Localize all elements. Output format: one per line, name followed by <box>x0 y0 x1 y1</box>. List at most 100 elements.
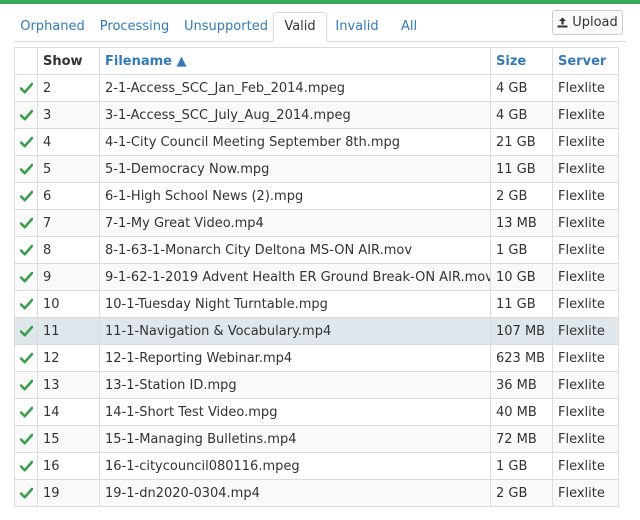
check-icon <box>19 244 34 256</box>
table-header-row: Show Filename ▲ Size Server <box>14 47 619 75</box>
filename-cell: 2-1-Access_SCC_Jan_Feb_2014.mpeg <box>99 74 491 102</box>
size-cell: 2 GB <box>490 182 553 210</box>
show-cell: 6 <box>37 182 100 210</box>
size-cell: 11 GB <box>490 155 553 183</box>
server-cell: Flexlite <box>552 479 619 507</box>
check-icon <box>19 352 34 364</box>
size-cell: 11 GB <box>490 290 553 318</box>
tab-orphaned[interactable]: Orphaned <box>14 13 91 41</box>
top-accent-bar <box>0 0 640 4</box>
tab-valid[interactable]: Valid <box>273 12 327 42</box>
table-row[interactable]: 13 13-1-Station ID.mpg 36 MB Flexlite <box>14 371 619 399</box>
filename-column-header[interactable]: Filename ▲ <box>99 47 491 75</box>
filename-cell: 8-1-63-1-Monarch City Deltona MS-ON AIR.… <box>99 236 491 264</box>
size-cell: 21 GB <box>490 128 553 156</box>
show-cell: 8 <box>37 236 100 264</box>
tab-unsupported[interactable]: Unsupported <box>180 13 272 41</box>
server-cell: Flexlite <box>552 236 619 264</box>
show-cell: 14 <box>37 398 100 426</box>
server-cell: Flexlite <box>552 290 619 318</box>
status-cell <box>14 128 38 156</box>
upload-button[interactable]: Upload <box>552 10 623 35</box>
table-row[interactable]: 5 5-1-Democracy Now.mpg 11 GB Flexlite <box>14 155 619 183</box>
filename-cell: 16-1-citycouncil080116.mpeg <box>99 452 491 480</box>
table-row[interactable]: 10 10-1-Tuesday Night Turntable.mpg 11 GB F… <box>14 290 619 318</box>
table-row[interactable]: 15 15-1-Managing Bulletins.mp4 72 MB Flexli… <box>14 425 619 453</box>
show-cell: 19 <box>37 479 100 507</box>
filename-cell: 7-1-My Great Video.mp4 <box>99 209 491 237</box>
table-row[interactable]: 12 12-1-Reporting Webinar.mp4 623 MB Flexli… <box>14 344 619 372</box>
table-row[interactable]: 7 7-1-My Great Video.mp4 13 MB Flexlite <box>14 209 619 237</box>
table-row[interactable]: 19 19-1-dn2020-0304.mp4 2 GB Flexlite <box>14 479 619 507</box>
size-cell: 72 MB <box>490 425 553 453</box>
status-cell <box>14 317 38 345</box>
server-cell: Flexlite <box>552 263 619 291</box>
status-cell <box>14 74 38 102</box>
tab-processing[interactable]: Processing <box>94 13 175 41</box>
show-cell: 4 <box>37 128 100 156</box>
filename-cell: 14-1-Short Test Video.mpg <box>99 398 491 426</box>
show-cell: 16 <box>37 452 100 480</box>
size-cell: 10 GB <box>490 263 553 291</box>
server-cell: Flexlite <box>552 182 619 210</box>
check-icon <box>19 379 34 391</box>
size-column-header[interactable]: Size <box>490 47 553 75</box>
status-cell <box>14 263 38 291</box>
server-column-header[interactable]: Server <box>552 47 619 75</box>
tab-all[interactable]: All <box>392 13 426 41</box>
filename-cell: 10-1-Tuesday Night Turntable.mpg <box>99 290 491 318</box>
size-cell: 40 MB <box>490 398 553 426</box>
status-cell <box>14 371 38 399</box>
size-cell: 1 GB <box>490 236 553 264</box>
tab-invalid[interactable]: Invalid <box>329 13 385 41</box>
status-tabs: Orphaned Processing Unsupported Valid In… <box>14 12 626 42</box>
show-column-header: Show <box>37 47 100 75</box>
show-cell: 12 <box>37 344 100 372</box>
status-cell <box>14 344 38 372</box>
server-cell: Flexlite <box>552 101 619 129</box>
status-cell <box>14 452 38 480</box>
table-row[interactable]: 3 3-1-Access_SCC_July_Aug_2014.mpeg 4 GB Fl… <box>14 101 619 129</box>
check-icon <box>19 406 34 418</box>
table-row[interactable]: 2 2-1-Access_SCC_Jan_Feb_2014.mpeg 4 GB Fle… <box>14 74 619 102</box>
check-icon <box>19 433 34 445</box>
filename-cell: 15-1-Managing Bulletins.mp4 <box>99 425 491 453</box>
server-cell: Flexlite <box>552 74 619 102</box>
size-cell: 107 MB <box>490 317 553 345</box>
table-row[interactable]: 8 8-1-63-1-Monarch City Deltona MS-ON AIR… <box>14 236 619 264</box>
table-row[interactable]: 6 6-1-High School News (2).mpg 2 GB Flexlit… <box>14 182 619 210</box>
table-row[interactable]: 4 4-1-City Council Meeting September 8th.… <box>14 128 619 156</box>
filename-cell: 6-1-High School News (2).mpg <box>99 182 491 210</box>
show-cell: 5 <box>37 155 100 183</box>
check-icon <box>19 109 34 121</box>
table-row[interactable]: 16 16-1-citycouncil080116.mpeg 1 GB Flexlit… <box>14 452 619 480</box>
filename-cell: 11-1-Navigation & Vocabulary.mp4 <box>99 317 491 345</box>
status-cell <box>14 425 38 453</box>
status-cell <box>14 398 38 426</box>
table-row[interactable]: 11 11-1-Navigation & Vocabulary.mp4 107 MB… <box>14 317 619 345</box>
show-cell: 10 <box>37 290 100 318</box>
check-icon <box>19 136 34 148</box>
filename-cell: 4-1-City Council Meeting September 8th.m… <box>99 128 491 156</box>
check-icon <box>19 82 34 94</box>
size-cell: 2 GB <box>490 479 553 507</box>
check-icon <box>19 190 34 202</box>
show-cell: 7 <box>37 209 100 237</box>
check-icon <box>19 217 34 229</box>
files-table: Show Filename ▲ Size Server 2 2-1-Access_… <box>14 47 619 507</box>
server-cell: Flexlite <box>552 371 619 399</box>
upload-icon <box>557 17 568 28</box>
server-cell: Flexlite <box>552 317 619 345</box>
show-cell: 2 <box>37 74 100 102</box>
status-cell <box>14 155 38 183</box>
status-cell <box>14 101 38 129</box>
check-icon <box>19 487 34 499</box>
status-cell <box>14 479 38 507</box>
table-row[interactable]: 9 9-1-62-1-2019 Advent Health ER Ground B… <box>14 263 619 291</box>
server-cell: Flexlite <box>552 344 619 372</box>
filename-cell: 5-1-Democracy Now.mpg <box>99 155 491 183</box>
filename-cell: 9-1-62-1-2019 Advent Health ER Ground Br… <box>99 263 491 291</box>
status-cell <box>14 182 38 210</box>
table-row[interactable]: 14 14-1-Short Test Video.mpg 40 MB Flexlite <box>14 398 619 426</box>
show-cell: 9 <box>37 263 100 291</box>
